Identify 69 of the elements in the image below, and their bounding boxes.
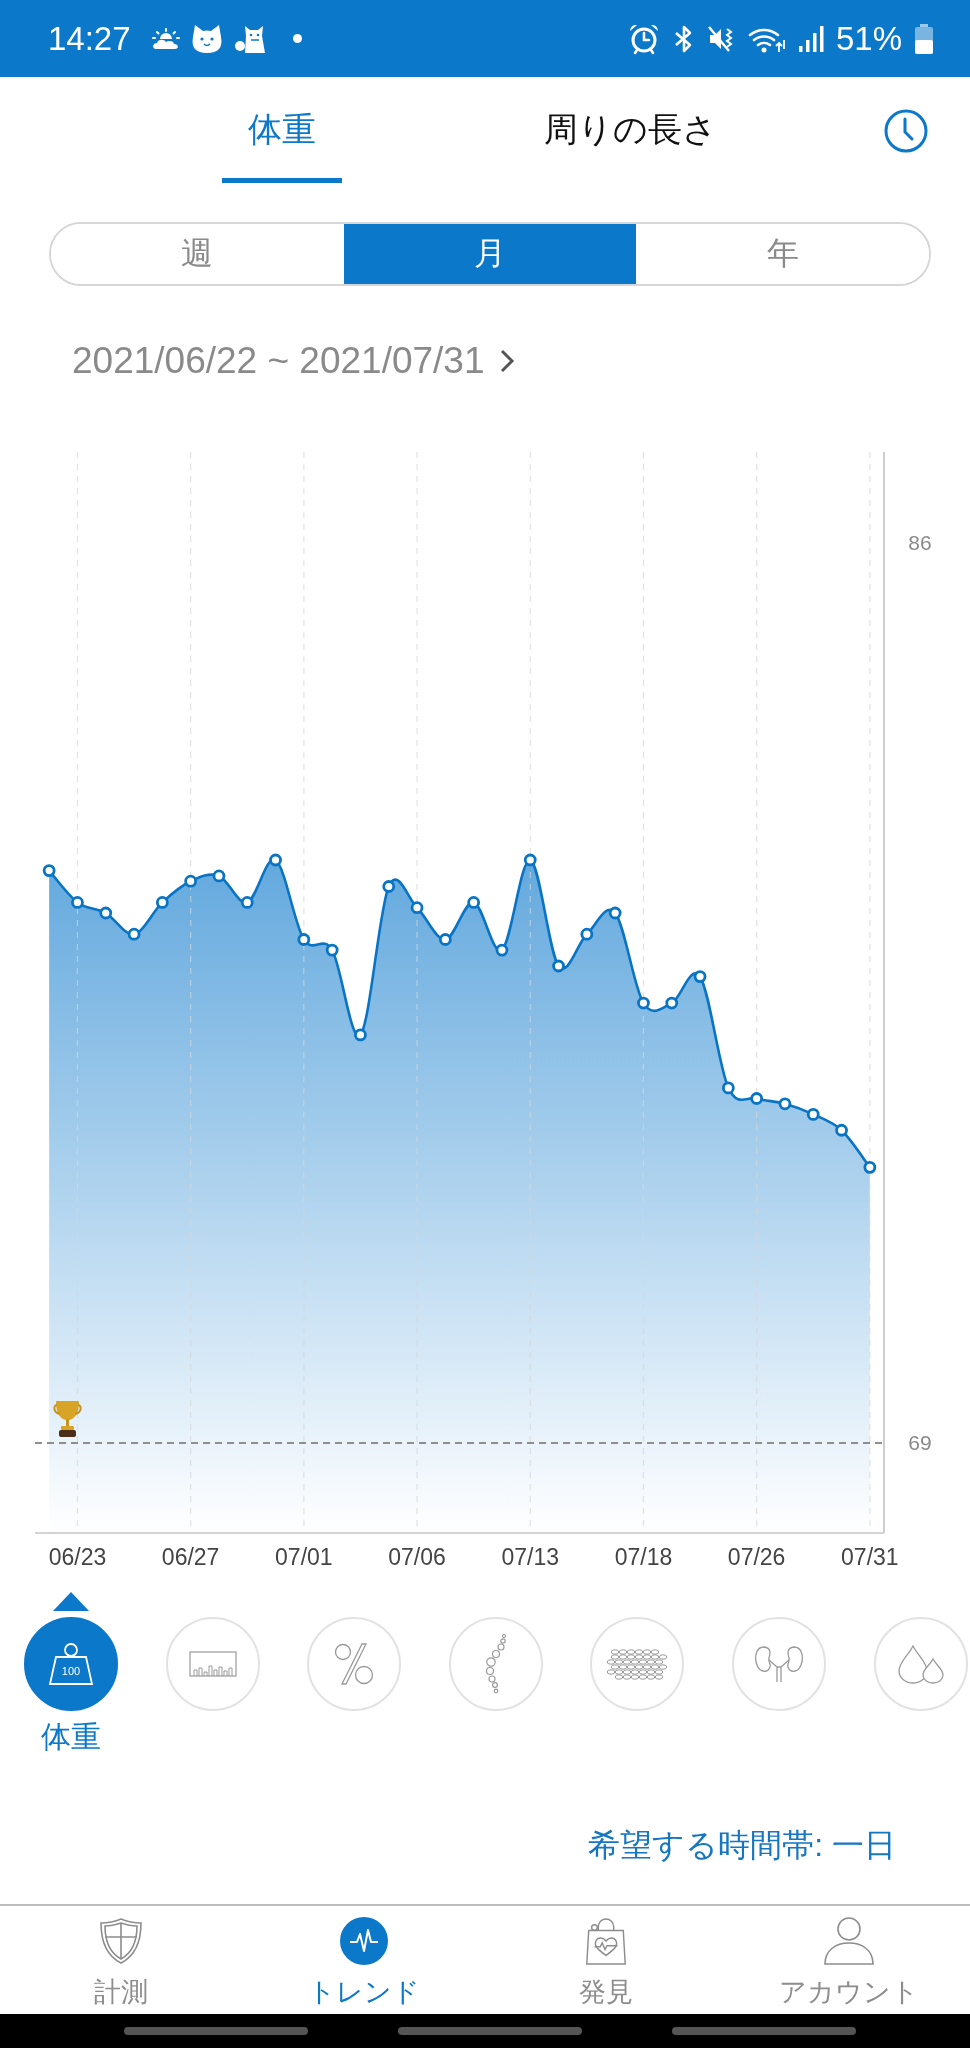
- x-axis-label: 07/31: [841, 1544, 899, 1570]
- x-axis-label: 06/27: [161, 1544, 220, 1570]
- cat-icon: [232, 23, 267, 54]
- data-point: [184, 874, 198, 888]
- kidneys-icon: [753, 1645, 804, 1683]
- y-axis-label: 86: [908, 530, 932, 554]
- x-axis-label: 06/23: [48, 1544, 107, 1570]
- x-axis-label: 07/06: [388, 1544, 446, 1570]
- data-point: [806, 1108, 820, 1121]
- data-point: [835, 1123, 848, 1137]
- chevron-right-icon[interactable]: [498, 348, 515, 374]
- shield-icon: [99, 1917, 144, 1965]
- data-point: [552, 959, 565, 973]
- data-point: [495, 943, 509, 957]
- heartbeat-icon: [339, 1917, 388, 1965]
- data-point: [42, 864, 56, 877]
- data-point: [212, 869, 226, 883]
- x-axis-label: 07/01: [275, 1544, 333, 1570]
- y-axis-label: 69: [908, 1431, 932, 1455]
- data-point: [580, 927, 594, 941]
- data-point: [721, 1081, 735, 1095]
- data-point: [665, 996, 679, 1010]
- data-point: [127, 927, 141, 941]
- data-point: [99, 906, 113, 920]
- metric-label: 体重: [41, 1719, 101, 1755]
- data-point: [863, 1160, 877, 1174]
- data-point: [438, 933, 452, 946]
- data-point: [297, 933, 311, 946]
- sun-cloud-icon: [150, 27, 181, 50]
- cell-cluster-icon: [605, 1648, 670, 1680]
- data-point: [523, 853, 537, 867]
- pointer-triangle-icon: [53, 1592, 89, 1611]
- tab[interactable]: 体重: [222, 77, 342, 183]
- data-point: [750, 1092, 764, 1105]
- status-time: 14:27: [48, 22, 131, 55]
- shopping-bag-heart-icon: [584, 1917, 629, 1965]
- data-point: [637, 996, 650, 1010]
- x-axis-label: 07/26: [727, 1544, 786, 1570]
- signal-icon: [797, 24, 824, 53]
- period-tab[interactable]: 月: [343, 224, 637, 284]
- metric-button[interactable]: 100: [24, 1617, 118, 1711]
- trophy-icon: [53, 1400, 82, 1437]
- x-axis-label: 07/13: [501, 1544, 560, 1570]
- percent-icon: [334, 1643, 375, 1685]
- data-point: [269, 853, 282, 867]
- data-point: [608, 906, 622, 920]
- alarm-clock-icon: [627, 22, 660, 55]
- clock-icon[interactable]: [884, 109, 928, 153]
- data-point: [778, 1097, 792, 1111]
- tab[interactable]: 周りの長さ: [518, 77, 743, 183]
- dot-icon: [292, 34, 302, 43]
- data-point: [354, 1028, 367, 1042]
- data-point: [382, 880, 396, 893]
- data-point: [71, 896, 84, 909]
- x-axis-label: 07/18: [614, 1544, 673, 1570]
- spine-icon: [483, 1633, 508, 1695]
- battery-percent: 51%: [835, 22, 902, 55]
- water-drops-icon: [896, 1644, 945, 1684]
- person-icon: [822, 1917, 875, 1965]
- data-point: [155, 896, 169, 909]
- data-point: [240, 896, 254, 909]
- date-range: 2021/06/22 ~ 2021/07/31: [72, 340, 485, 382]
- bar-chart-icon: [188, 1651, 237, 1677]
- data-point: [693, 970, 707, 983]
- data-point: [467, 896, 481, 909]
- data-point: [325, 943, 339, 957]
- time-preference-link[interactable]: 希望する時間帯: 一日: [588, 1825, 896, 1865]
- data-point: [410, 901, 424, 915]
- battery-icon: [914, 23, 934, 54]
